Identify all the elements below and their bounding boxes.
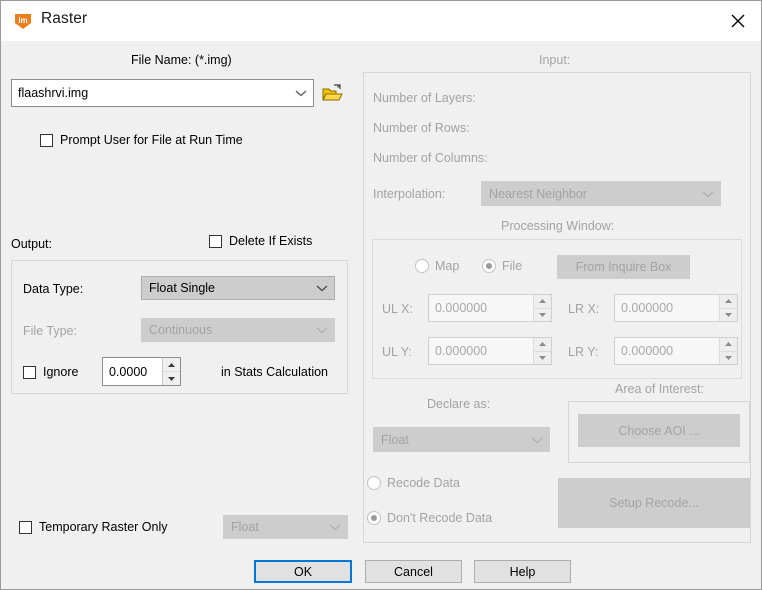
temporary-raster-type-value: Float <box>231 520 259 534</box>
ul-y-label: UL Y: <box>382 345 412 359</box>
number-of-layers-label: Number of Layers: <box>373 91 476 105</box>
number-of-rows-label: Number of Rows: <box>373 121 470 135</box>
delete-if-exists-checkbox[interactable]: Delete If Exists <box>209 234 312 248</box>
output-label: Output: <box>11 237 52 251</box>
stepper-up-icon <box>534 295 551 308</box>
map-radio-label: Map <box>435 259 460 273</box>
from-inquire-box-button: From Inquire Box <box>557 255 690 279</box>
recode-data-radio: Recode Data <box>367 476 460 490</box>
svg-text:Im: Im <box>18 16 27 25</box>
interpolation-label: Interpolation: <box>373 187 446 201</box>
stepper-down-icon[interactable] <box>163 371 180 385</box>
choose-aoi-button: Choose AOI ... <box>578 414 740 447</box>
declare-as-label: Declare as: <box>427 397 491 411</box>
stepper-buttons <box>533 338 551 364</box>
file-type-dropdown: Continuous <box>141 318 335 342</box>
file-type-label: File Type: <box>23 324 77 338</box>
recode-data-label: Recode Data <box>387 476 460 490</box>
stepper-up-icon[interactable] <box>163 358 180 371</box>
raster-dialog: Im Raster File Name: (*.img) flaashrvi.i… <box>0 0 762 590</box>
radio-circle <box>415 259 429 273</box>
checkbox-box <box>23 365 36 379</box>
map-radio: Map <box>415 259 459 273</box>
cancel-button[interactable]: Cancel <box>365 560 462 583</box>
imagine-logo-icon: Im <box>13 11 33 31</box>
stepper-down-icon <box>534 307 551 322</box>
setup-recode-button: Setup Recode... <box>558 478 750 528</box>
stepper-buttons <box>719 338 737 364</box>
in-stats-calculation-label: in Stats Calculation <box>221 365 329 379</box>
chevron-down-icon[interactable] <box>310 284 334 292</box>
data-type-dropdown[interactable]: Float Single <box>141 276 335 300</box>
stepper-up-icon <box>720 338 737 351</box>
interpolation-dropdown: Nearest Neighbor <box>481 181 721 206</box>
checkbox-box <box>209 234 222 248</box>
lr-x-stepper: 0.000000 <box>614 294 738 322</box>
ignore-checkbox[interactable]: Ignore <box>23 365 78 379</box>
ignore-value: 0.0000 <box>109 364 148 379</box>
temporary-raster-type-dropdown: Float <box>223 515 348 539</box>
prompt-user-label: Prompt User for File at Run Time <box>60 133 243 147</box>
radio-circle <box>367 476 381 490</box>
chevron-down-icon <box>696 190 720 198</box>
number-of-columns-label: Number of Columns: <box>373 151 488 165</box>
file-radio-label: File <box>502 259 523 273</box>
open-folder-icon[interactable] <box>321 82 345 104</box>
stepper-buttons <box>719 295 737 321</box>
temporary-raster-only-label: Temporary Raster Only <box>39 520 168 534</box>
processing-window-label: Processing Window: <box>501 219 615 233</box>
ok-button[interactable]: OK <box>254 560 352 583</box>
stepper-buttons <box>533 295 551 321</box>
ul-y-value: 0.000000 <box>435 344 488 358</box>
declare-as-dropdown: Float <box>373 427 550 452</box>
radio-circle <box>482 259 496 273</box>
lr-y-value: 0.000000 <box>621 344 674 358</box>
chevron-down-icon <box>310 326 334 334</box>
title-bar: Im Raster <box>1 1 761 41</box>
lr-y-stepper: 0.000000 <box>614 337 738 365</box>
input-label: Input: <box>539 53 571 67</box>
stepper-down-icon <box>720 350 737 365</box>
dont-recode-data-radio: Don't Recode Data <box>367 511 492 525</box>
ignore-value-stepper[interactable]: 0.0000 <box>102 357 181 386</box>
data-type-label: Data Type: <box>23 282 84 296</box>
chevron-down-icon <box>323 523 347 531</box>
file-name-label: File Name: (*.img) <box>131 53 232 67</box>
dont-recode-data-label: Don't Recode Data <box>387 511 493 525</box>
temporary-raster-only-checkbox[interactable]: Temporary Raster Only <box>19 520 168 534</box>
checkbox-box <box>40 133 53 147</box>
chevron-down-icon[interactable] <box>289 89 313 97</box>
area-of-interest-label: Area of Interest: <box>615 382 704 396</box>
ul-x-stepper: 0.000000 <box>428 294 552 322</box>
checkbox-box <box>19 520 32 534</box>
ul-x-value: 0.000000 <box>435 301 488 315</box>
data-type-value: Float Single <box>149 281 216 295</box>
lr-y-label: LR Y: <box>568 345 599 359</box>
stepper-down-icon <box>720 307 737 322</box>
file-radio: File <box>482 259 522 273</box>
close-icon[interactable] <box>715 1 761 41</box>
help-button[interactable]: Help <box>474 560 571 583</box>
stepper-up-icon <box>720 295 737 308</box>
file-name-value: flaashrvi.img <box>18 86 89 100</box>
lr-x-label: LR X: <box>568 302 600 316</box>
ul-x-label: UL X: <box>382 302 413 316</box>
ignore-label: Ignore <box>43 365 79 379</box>
bottom-strip <box>2 585 760 588</box>
window-title: Raster <box>41 10 88 27</box>
lr-x-value: 0.000000 <box>621 301 674 315</box>
delete-if-exists-label: Delete If Exists <box>229 234 313 248</box>
stepper-up-icon <box>534 338 551 351</box>
file-type-value: Continuous <box>149 323 213 337</box>
chevron-down-icon <box>525 436 549 444</box>
declare-as-value: Float <box>381 432 409 447</box>
radio-circle <box>367 511 381 525</box>
ul-y-stepper: 0.000000 <box>428 337 552 365</box>
interpolation-value: Nearest Neighbor <box>489 186 587 201</box>
prompt-user-checkbox[interactable]: Prompt User for File at Run Time <box>40 133 243 147</box>
file-name-input[interactable]: flaashrvi.img <box>11 79 314 107</box>
stepper-buttons[interactable] <box>162 358 180 385</box>
stepper-down-icon <box>534 350 551 365</box>
